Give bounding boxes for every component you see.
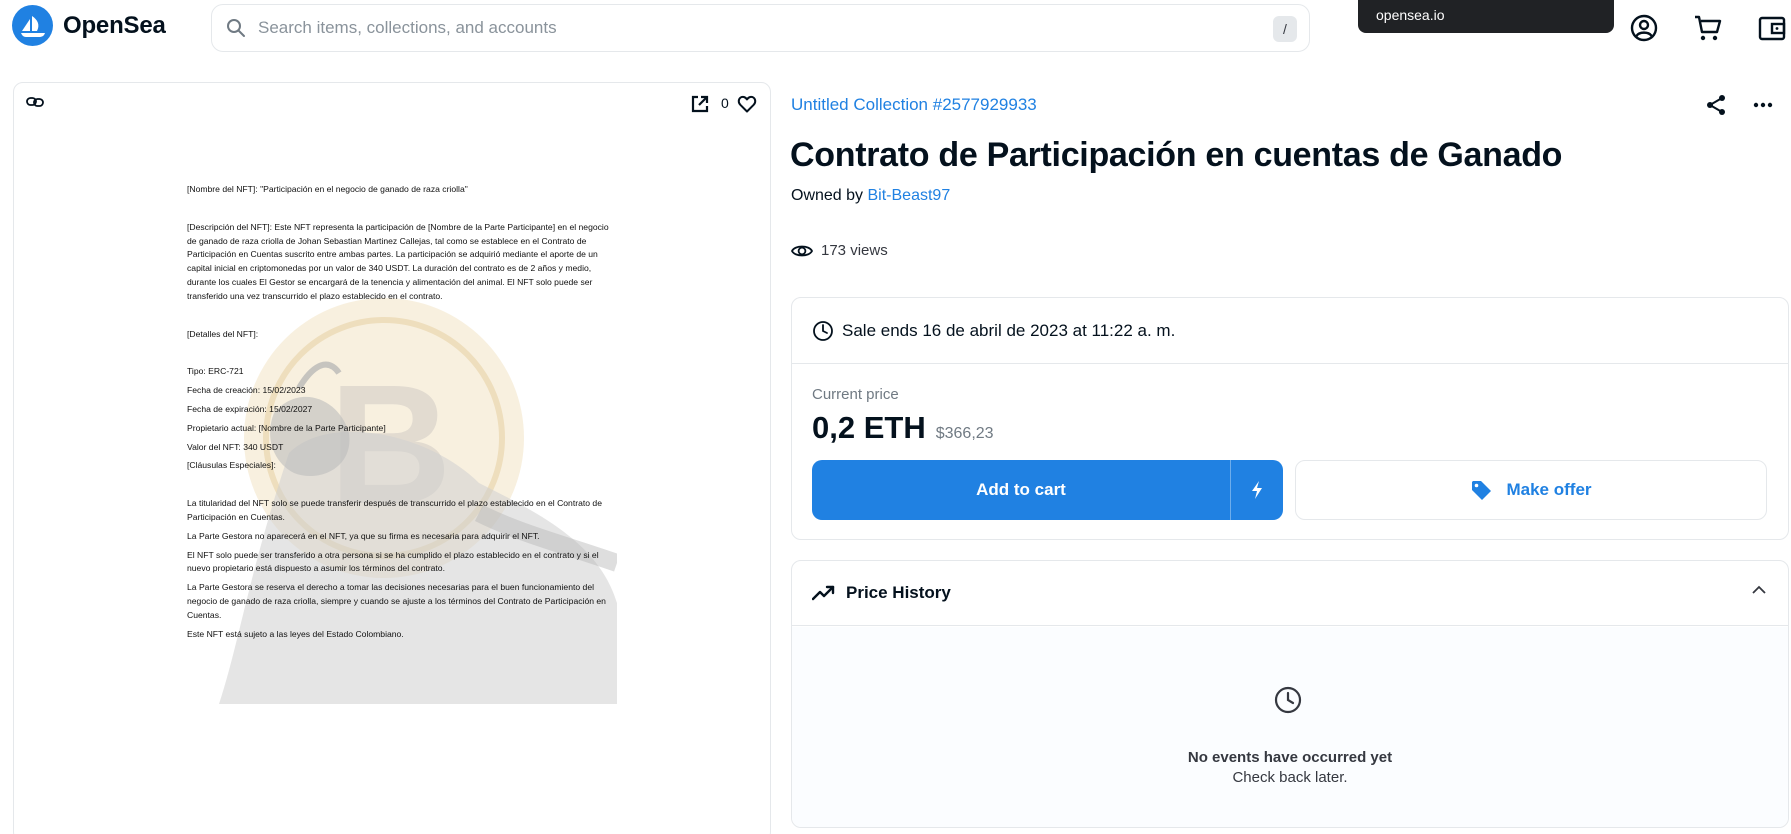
views-label: 173 views — [821, 242, 888, 259]
price-history-panel: Price History No events have occurred ye… — [791, 560, 1789, 828]
cart-icon[interactable] — [1691, 11, 1725, 45]
doc-value: Valor del NFT: 340 USDT — [187, 441, 284, 452]
doc-clause-2: La Parte Gestora no aparecerá en el NFT,… — [187, 530, 540, 541]
search-shortcut-key: / — [1273, 16, 1297, 42]
doc-clause-1: La titularidad del NFT solo se puede tra… — [187, 498, 602, 522]
lightning-icon — [1252, 481, 1262, 499]
doc-owner: Propietario actual: [Nombre de la Parte … — [187, 422, 386, 433]
heart-icon[interactable] — [737, 94, 757, 119]
empty-title: No events have occurred yet — [1187, 749, 1393, 766]
view-count: 173 views — [791, 242, 888, 259]
price-usd: $366,23 — [935, 425, 994, 442]
search-input[interactable] — [258, 18, 1238, 38]
wallet-icon[interactable] — [1755, 11, 1789, 45]
more-options-icon[interactable] — [1752, 94, 1774, 121]
top-nav: OpenSea / opensea.io — [0, 0, 1791, 56]
chevron-up-icon[interactable] — [1752, 585, 1766, 595]
item-title: Contrato de Participación en cuentas de … — [790, 136, 1563, 174]
add-to-cart-button[interactable]: Add to cart — [812, 460, 1231, 520]
owner-link[interactable]: Bit-Beast97 — [868, 187, 951, 204]
doc-details-heading: [Detalles del NFT]: — [187, 328, 259, 339]
trending-icon — [812, 585, 835, 601]
doc-clause-3: El NFT solo puede ser transferido a otra… — [187, 549, 599, 574]
add-to-cart-group: Add to cart — [812, 460, 1283, 520]
url-tooltip: opensea.io — [1358, 0, 1614, 33]
profile-icon[interactable] — [1627, 11, 1661, 45]
doc-clauses-heading: [Cláusulas Especiales]: — [187, 460, 276, 471]
doc-clause-4: La Parte Gestora se reserva el derecho a… — [187, 582, 606, 620]
favorite-count: 0 — [721, 95, 729, 111]
doc-created: Fecha de creación: 15/02/2023 — [187, 385, 306, 396]
doc-description: [Descripción del NFT]: Este NFT represen… — [187, 221, 609, 301]
search-icon — [227, 19, 245, 37]
price-history-header[interactable]: Price History — [792, 561, 1788, 626]
empty-subtitle: Check back later. — [1232, 769, 1348, 786]
open-external-icon[interactable] — [690, 94, 710, 119]
owner-line: Owned by Bit-Beast97 — [791, 187, 950, 205]
doc-clause-5: Este NFT está sujeto a las leyes del Est… — [187, 628, 404, 639]
collection-link[interactable]: Untitled Collection #2577929933 — [791, 95, 1037, 115]
current-price-label: Current price — [812, 386, 899, 403]
sale-ends-text: Sale ends 16 de abril de 2023 at 11:22 a… — [842, 320, 1176, 340]
doc-expires: Fecha de expiración: 15/02/2027 — [187, 403, 313, 414]
search-bar[interactable]: / — [211, 4, 1310, 52]
media-panel: 0 B [Nombre del NFT]: "Participación en … — [13, 82, 771, 834]
nft-image[interactable]: B [Nombre del NFT]: "Participación en el… — [179, 183, 617, 704]
chain-icon[interactable] — [26, 95, 44, 114]
opensea-logo-icon — [12, 5, 53, 46]
buy-now-button[interactable] — [1231, 460, 1283, 520]
sale-end-row: Sale ends 16 de abril de 2023 at 11:22 a… — [792, 298, 1788, 364]
tag-icon — [1472, 481, 1492, 500]
opensea-logo[interactable]: OpenSea — [12, 5, 166, 46]
media-toolbar: 0 — [14, 83, 770, 125]
price-history-empty-state: No events have occurred yet Check back l… — [792, 627, 1788, 827]
brand-name: OpenSea — [63, 11, 166, 39]
clock-icon — [1274, 686, 1302, 714]
sale-card: Sale ends 16 de abril de 2023 at 11:22 a… — [791, 297, 1789, 540]
make-offer-label: Make offer — [1506, 480, 1592, 499]
doc-type: Tipo: ERC-721 — [187, 366, 244, 377]
clock-icon — [813, 320, 833, 341]
doc-name-line: [Nombre del NFT]: "Participación en el n… — [187, 184, 468, 194]
make-offer-button[interactable]: Make offer — [1295, 460, 1767, 520]
price-history-title: Price History — [846, 583, 951, 602]
eye-icon — [791, 245, 813, 256]
share-icon[interactable] — [1705, 94, 1727, 121]
owned-by-label: Owned by — [791, 187, 864, 204]
price-eth: 0,2 ETH — [812, 410, 926, 445]
nft-document-text: [Nombre del NFT]: "Participación en el n… — [187, 183, 615, 641]
price-row: 0,2 ETH $366,23 — [812, 410, 994, 446]
